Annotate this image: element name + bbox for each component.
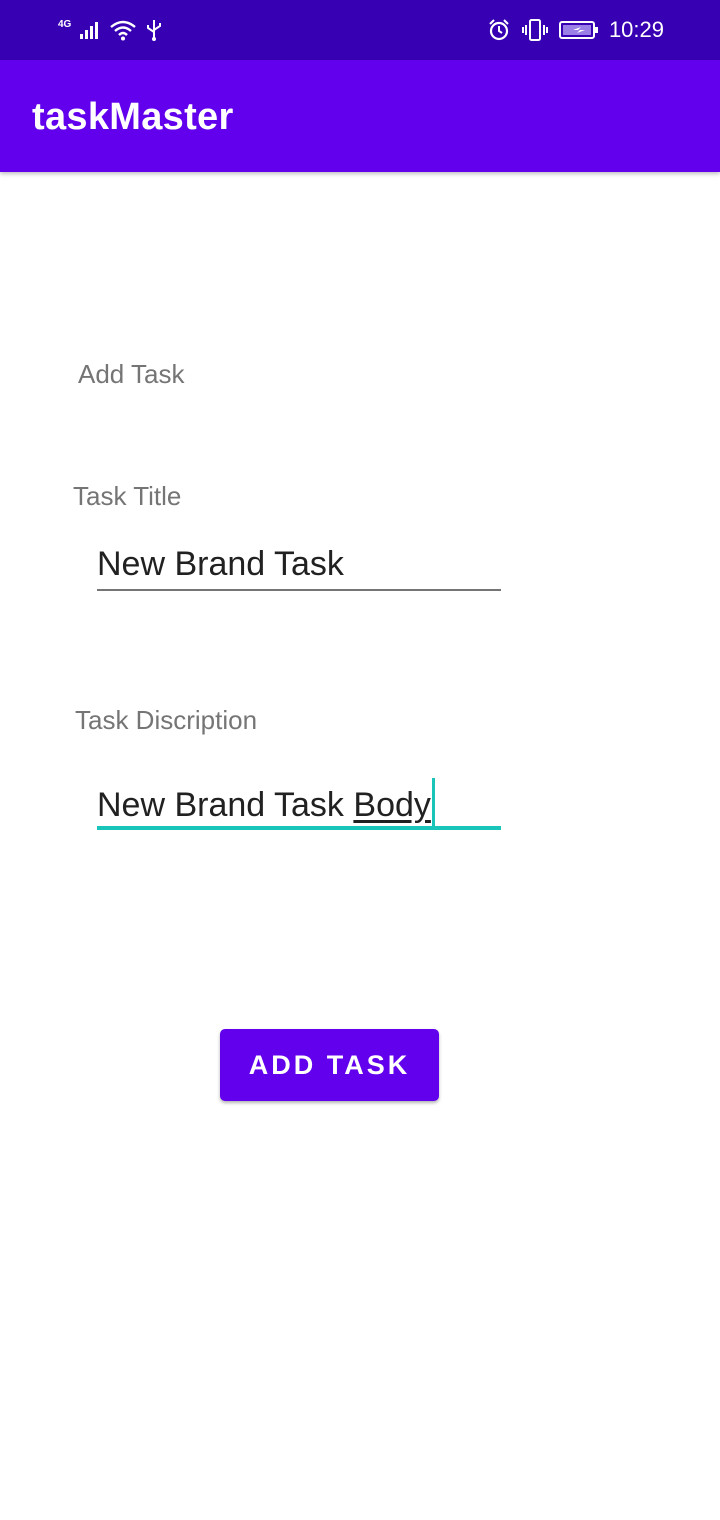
status-time: 10:29 xyxy=(608,17,664,42)
usb-icon xyxy=(147,20,162,41)
task-title-underline xyxy=(97,589,501,591)
task-title-input[interactable] xyxy=(97,536,501,592)
task-title-label: Task Title xyxy=(73,481,182,511)
status-left-icons: 4G xyxy=(58,16,163,44)
app-title: taskMaster xyxy=(32,96,234,138)
battery-charging-icon xyxy=(558,21,598,39)
text-cursor xyxy=(431,778,435,826)
task-description-underline xyxy=(97,826,501,830)
vibrate-icon xyxy=(521,19,548,41)
network-type-label: 4G xyxy=(58,18,72,30)
task-description-input[interactable]: New Brand Task Body xyxy=(97,778,435,826)
task-description-text: New Brand Task xyxy=(97,786,354,824)
add-task-heading: Add Task xyxy=(78,359,185,389)
add-task-button[interactable]: ADD TASK xyxy=(220,1029,439,1101)
status-bar: 4G 10:29 xyxy=(0,0,720,60)
alarm-icon xyxy=(489,19,509,41)
status-right-icons: 10:29 xyxy=(487,16,664,44)
app-bar: taskMaster xyxy=(0,60,720,172)
task-description-current-word: Body xyxy=(353,786,431,824)
wifi-icon xyxy=(110,20,137,41)
signal-icon xyxy=(80,22,99,39)
task-description-label: Task Discription xyxy=(75,705,258,735)
